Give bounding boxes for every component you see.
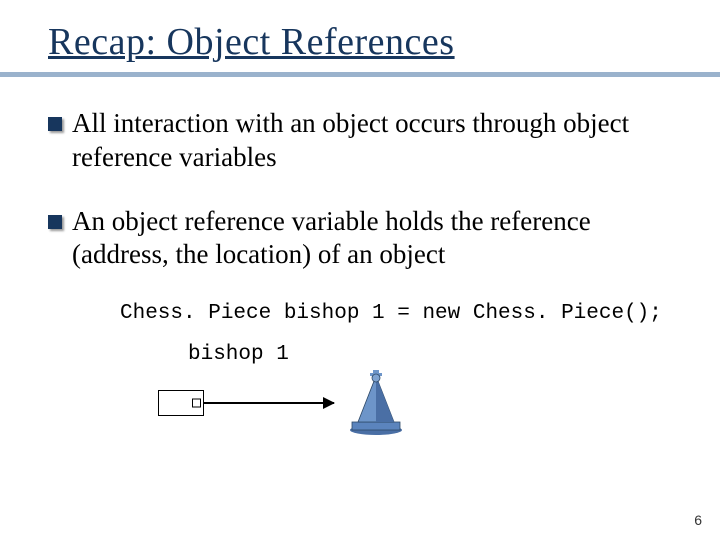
- page-number: 6: [694, 512, 702, 528]
- bullet-text: All interaction with an object occurs th…: [72, 107, 672, 175]
- slide-title: Recap: Object References: [48, 20, 672, 64]
- bullet-marker-icon: [48, 117, 62, 131]
- arrow-icon: [204, 402, 334, 404]
- variable-label: bishop 1: [188, 343, 672, 366]
- bullet-item: All interaction with an object occurs th…: [48, 107, 672, 175]
- bullet-text: An object reference variable holds the r…: [72, 205, 672, 273]
- reference-diagram: bishop 1: [158, 343, 672, 436]
- bullet-item: An object reference variable holds the r…: [48, 205, 672, 273]
- reference-box-icon: [158, 390, 204, 416]
- bullet-marker-icon: [48, 215, 62, 229]
- title-divider: [0, 72, 720, 77]
- bishop-piece-icon: [346, 370, 406, 436]
- code-snippet: Chess. Piece bishop 1 = new Chess. Piece…: [120, 302, 672, 325]
